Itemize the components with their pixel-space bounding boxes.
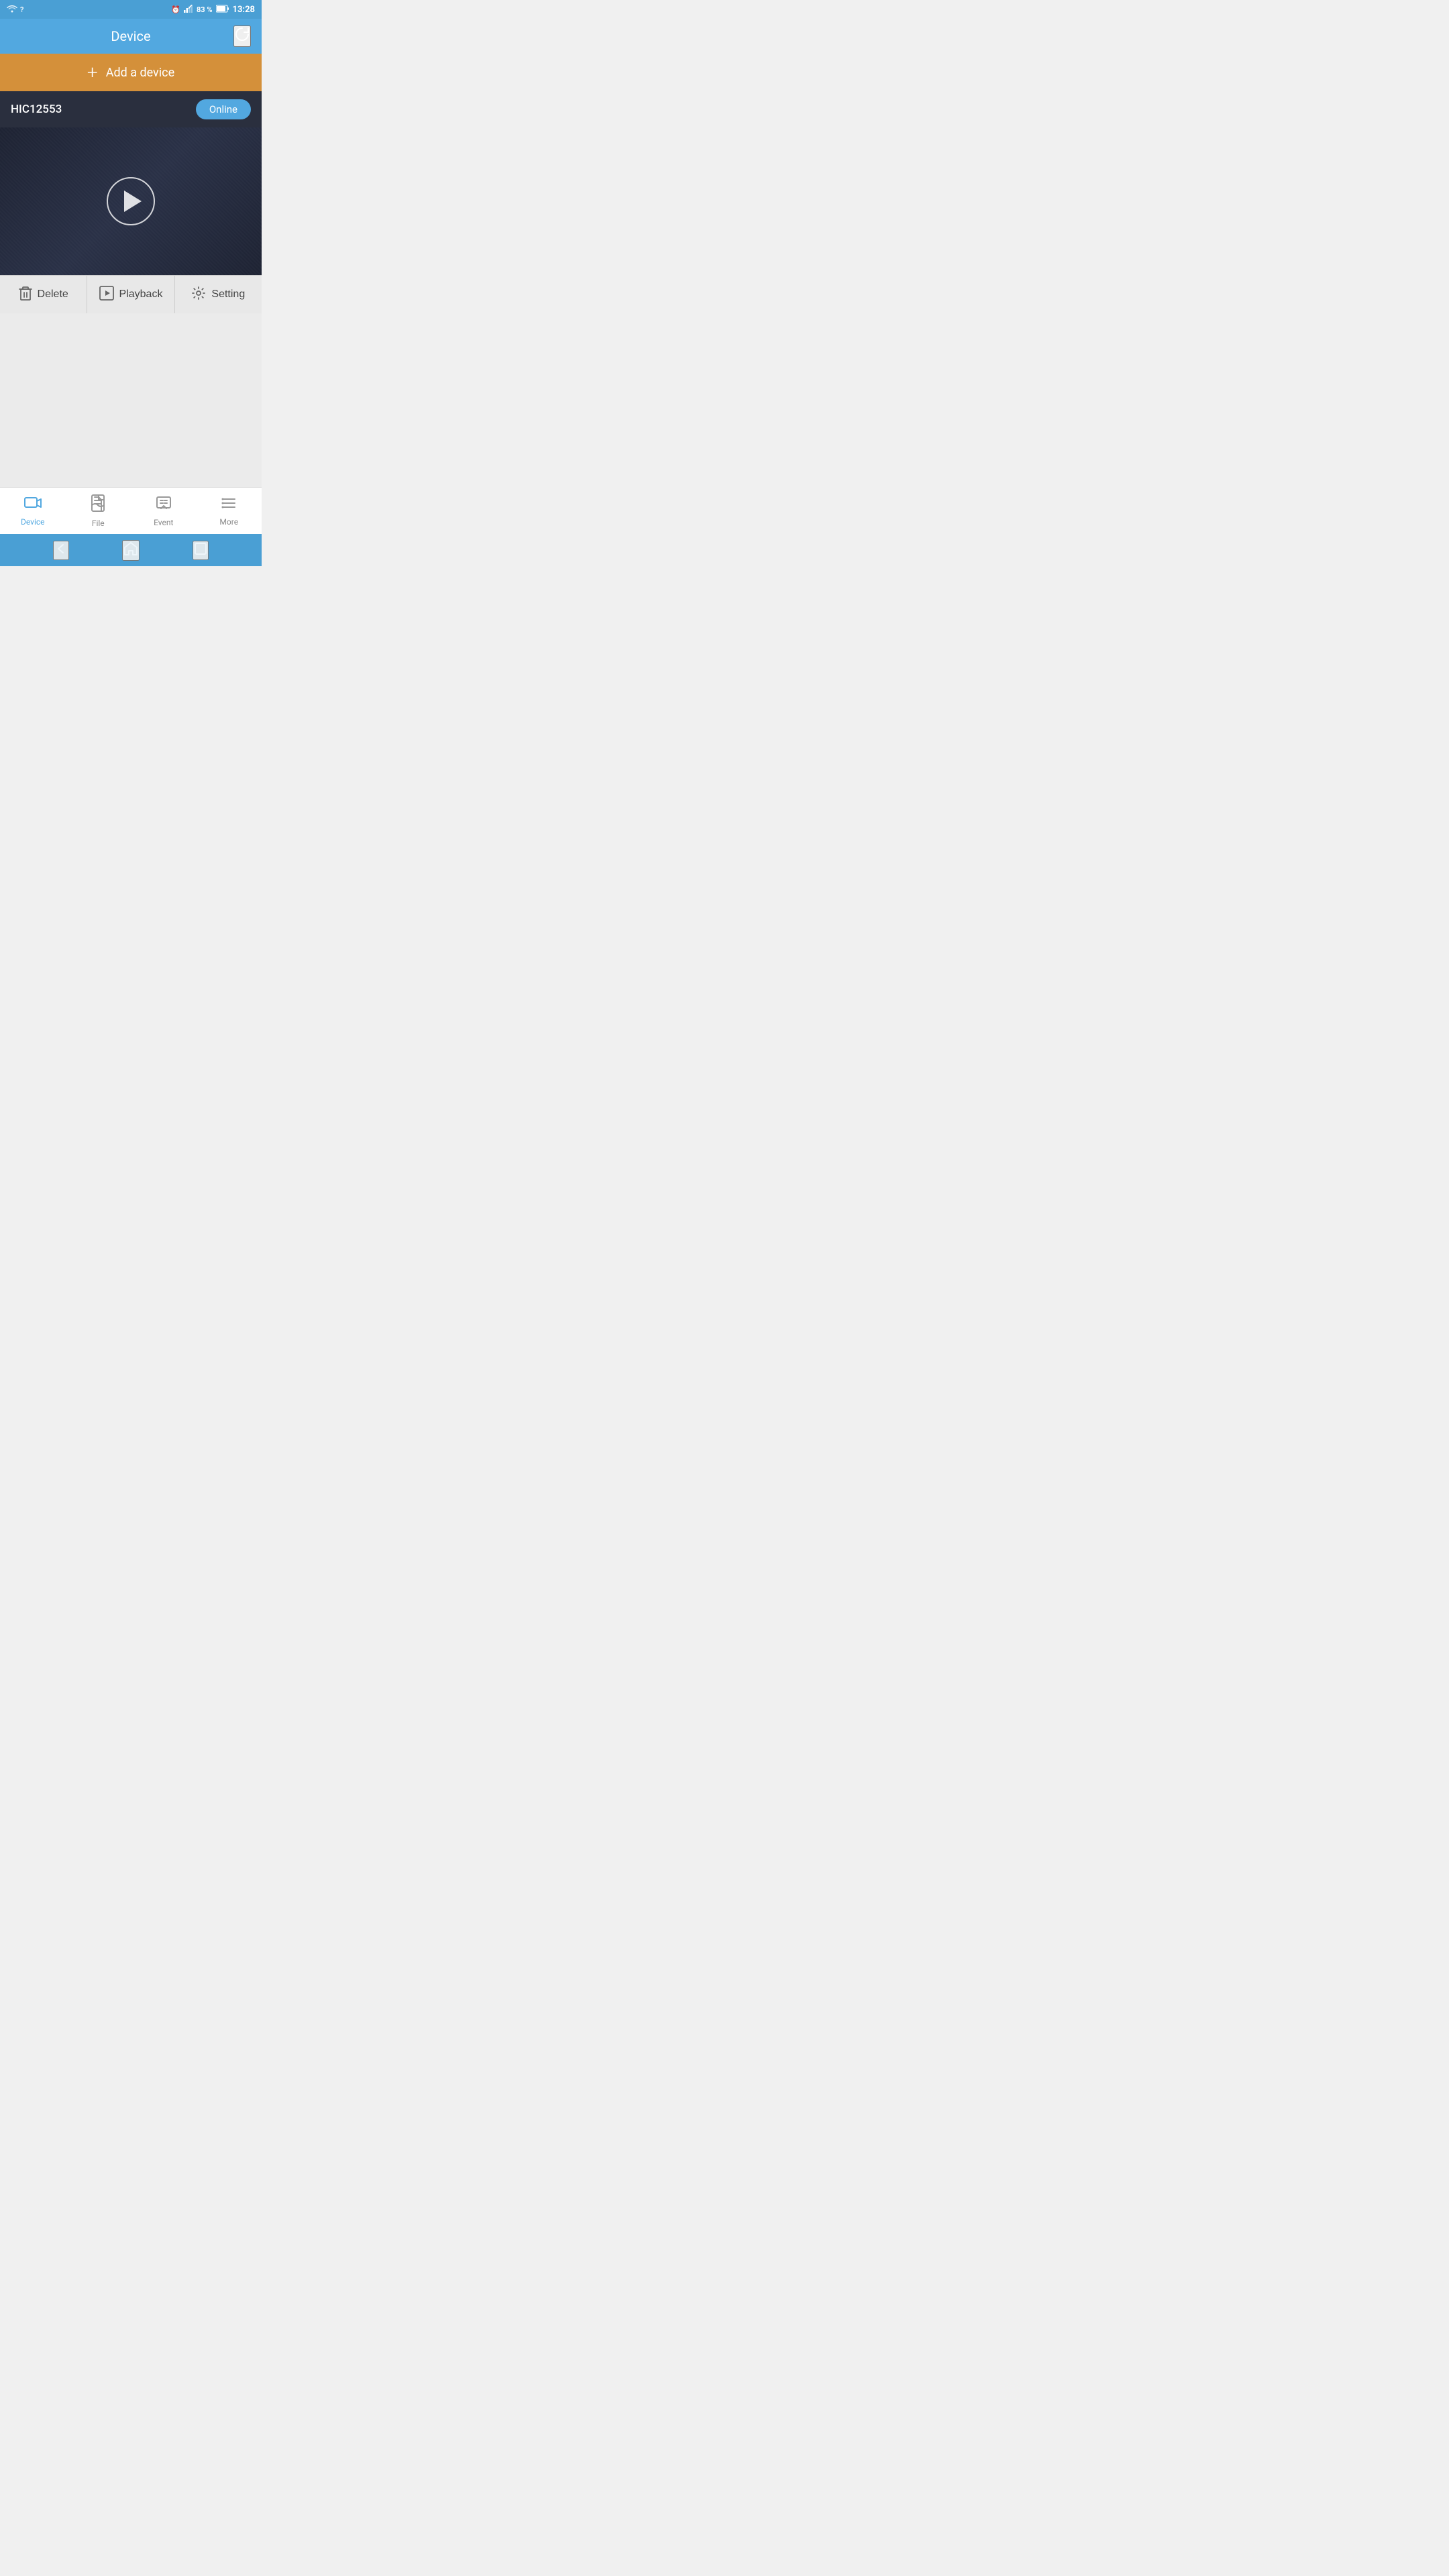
delete-label: Delete <box>38 288 68 301</box>
device-name: HIC12553 <box>11 103 62 116</box>
nav-event[interactable]: Event <box>131 488 197 534</box>
event-nav-label: Event <box>154 518 173 527</box>
plus-icon: + <box>87 63 98 82</box>
playback-icon <box>99 286 114 304</box>
content-area <box>0 313 262 487</box>
file-nav-icon <box>91 494 105 516</box>
nav-file[interactable]: File <box>66 488 131 534</box>
more-nav-label: More <box>219 517 238 527</box>
nav-device[interactable]: Device <box>0 488 66 534</box>
app-header: Device <box>0 19 262 54</box>
add-device-bar[interactable]: + Add a device <box>0 54 262 91</box>
more-nav-icon <box>221 496 237 515</box>
back-button[interactable] <box>53 541 69 560</box>
app-title: Device <box>111 28 150 44</box>
wifi-icon <box>7 5 17 15</box>
playback-label: Playback <box>119 288 163 301</box>
device-nav-label: Device <box>21 517 45 527</box>
time-display: 13:28 <box>233 5 256 15</box>
video-preview[interactable] <box>0 127 262 275</box>
home-button[interactable] <box>122 540 140 561</box>
file-nav-label: File <box>92 519 105 528</box>
system-nav <box>0 534 262 566</box>
alarm-icon: ⏰ <box>171 5 180 14</box>
play-button[interactable] <box>107 177 155 225</box>
status-bar: ? ⏰ 83 % 13:28 <box>0 0 262 19</box>
action-buttons: Delete Playback Setting <box>0 275 262 313</box>
add-device-label: Add a device <box>106 66 174 80</box>
play-triangle-icon <box>124 191 142 212</box>
battery-icon <box>216 5 229 15</box>
signal-icon <box>184 5 193 15</box>
setting-icon <box>191 286 206 304</box>
delete-button[interactable]: Delete <box>0 276 87 313</box>
setting-label: Setting <box>211 288 245 301</box>
battery-text: 83 % <box>197 5 213 14</box>
delete-icon <box>19 286 32 304</box>
device-card: HIC12553 Online <box>0 91 262 275</box>
device-card-header: HIC12553 Online <box>0 91 262 127</box>
nav-more[interactable]: More <box>197 488 262 534</box>
bottom-nav: Device File Event <box>0 487 262 534</box>
recent-button[interactable] <box>193 541 209 560</box>
device-nav-icon <box>24 496 42 515</box>
online-badge: Online <box>196 99 251 119</box>
wifi-question: ? <box>20 5 23 14</box>
status-right: ⏰ 83 % 13:28 <box>171 5 255 15</box>
refresh-button[interactable] <box>233 25 251 47</box>
status-left: ? <box>7 5 23 15</box>
event-nav-icon <box>156 495 172 515</box>
playback-button[interactable]: Playback <box>87 276 174 313</box>
setting-button[interactable]: Setting <box>175 276 262 313</box>
